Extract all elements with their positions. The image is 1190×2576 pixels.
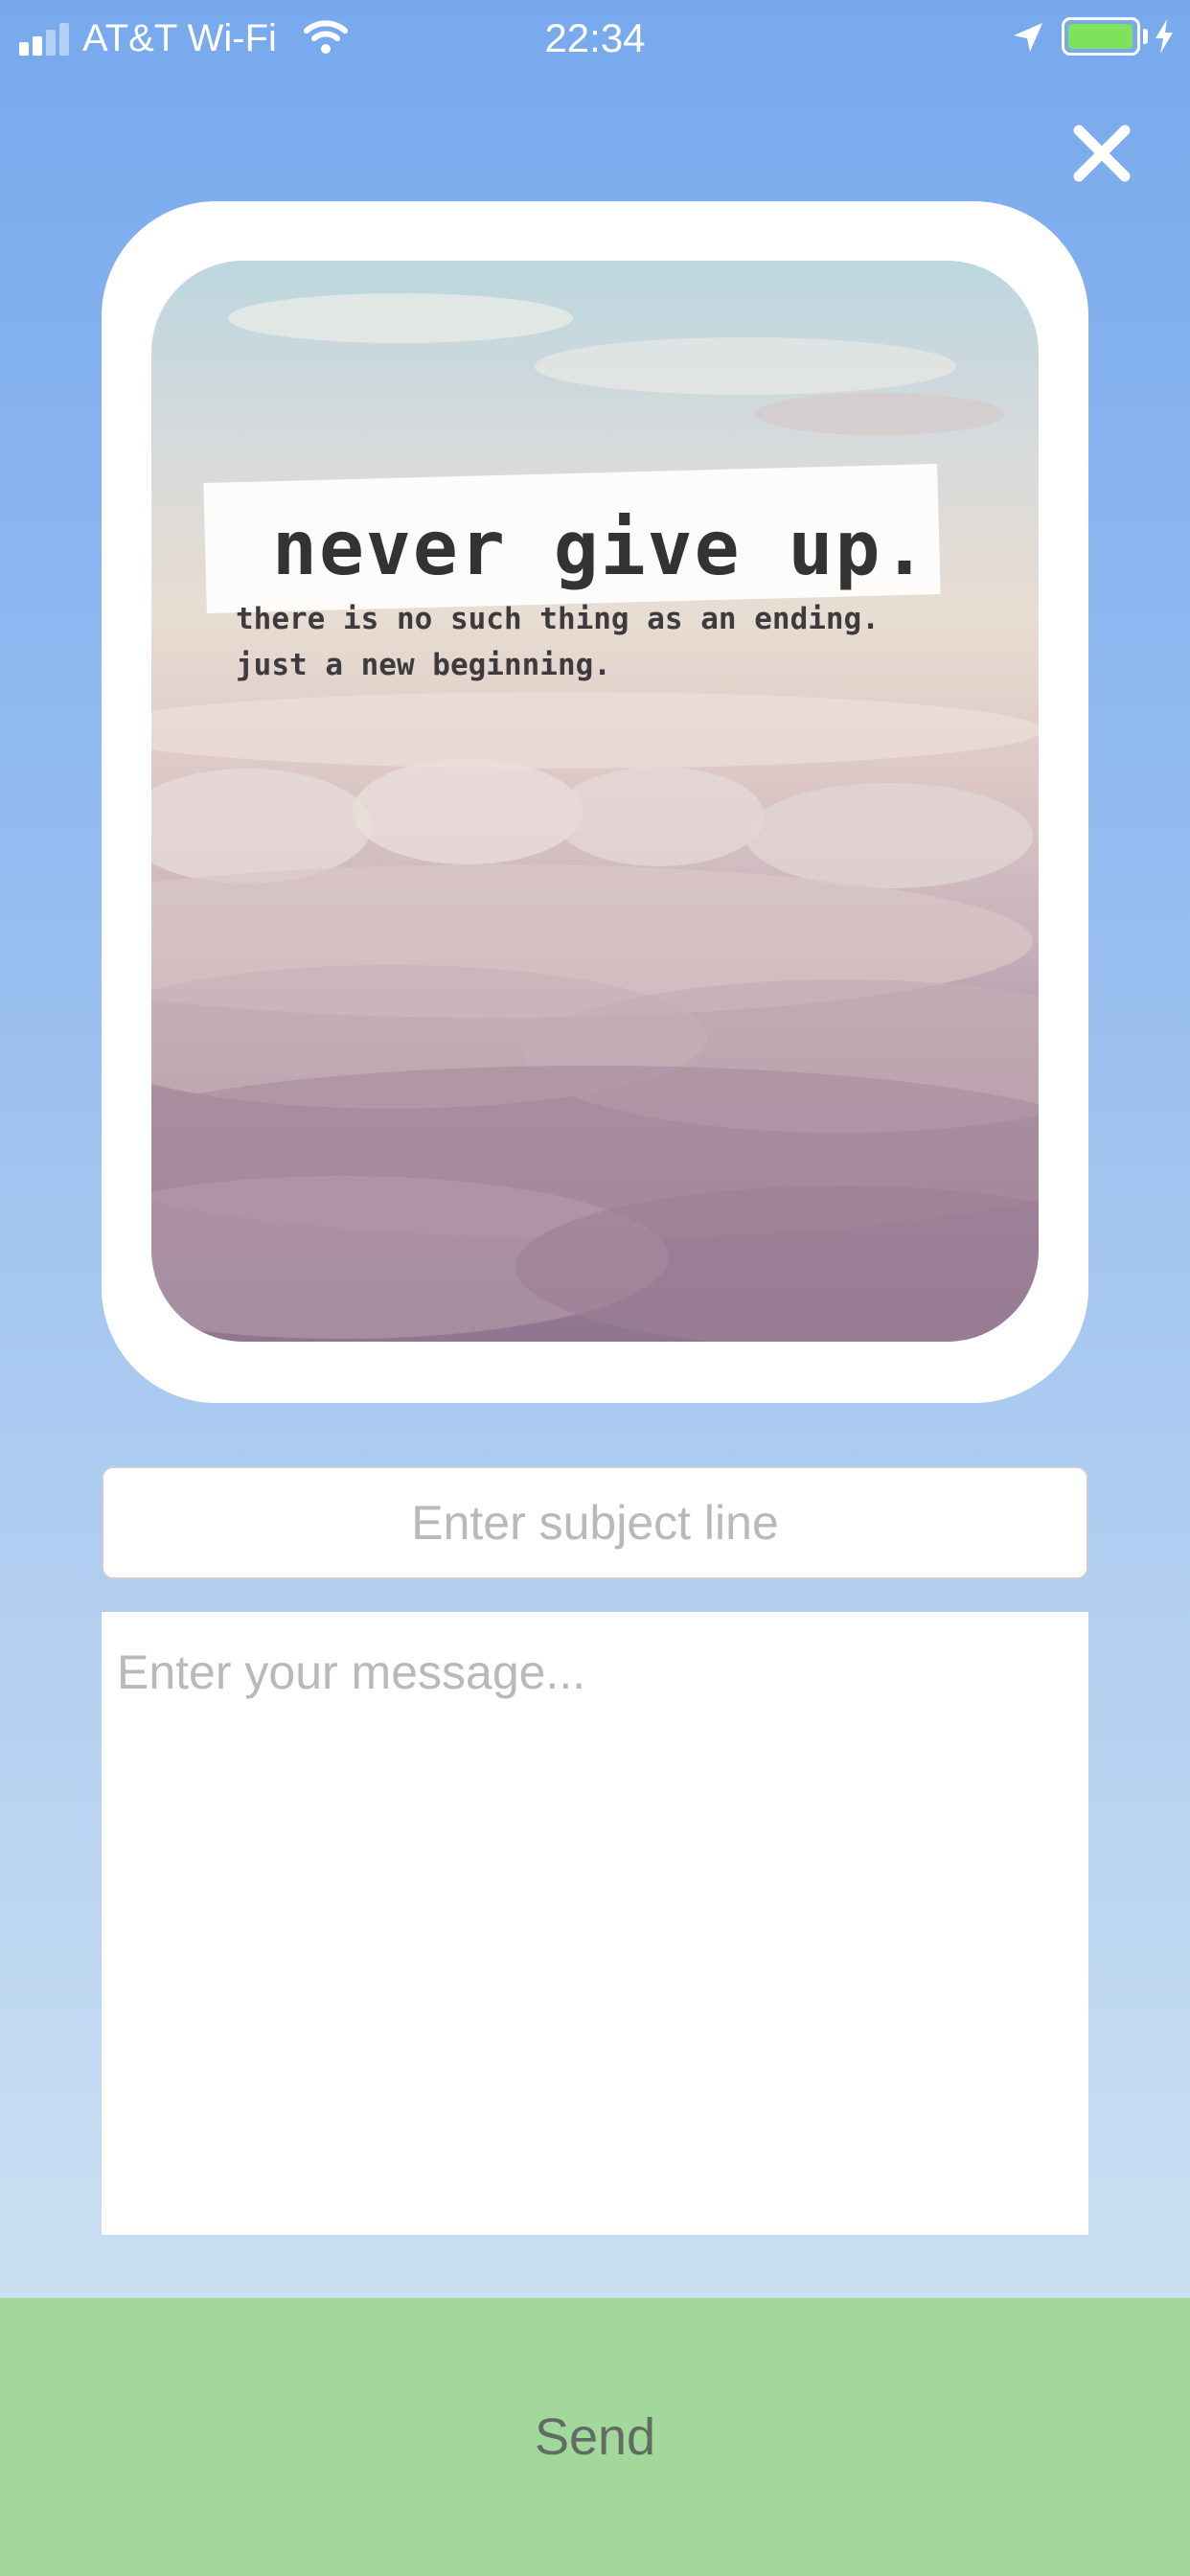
card-frame: never give up. there is no such thing as… — [102, 201, 1088, 1403]
charging-bolt-icon — [1156, 19, 1173, 54]
quote-title: never give up. — [272, 506, 929, 592]
close-icon — [1073, 125, 1131, 182]
sky-clouds-illustration — [151, 293, 1039, 1342]
subject-input[interactable] — [102, 1466, 1088, 1579]
battery-level — [1068, 24, 1133, 49]
card-image[interactable]: never give up. there is no such thing as… — [151, 261, 1039, 1342]
battery-nub — [1143, 29, 1148, 44]
status-bar: AT&T Wi-Fi 22:34 — [0, 0, 1190, 80]
message-input[interactable] — [102, 1612, 1088, 2235]
quote-line-1: there is no such thing as an ending. — [236, 602, 880, 636]
location-arrow-icon — [1014, 23, 1042, 52]
send-button[interactable]: Send — [0, 2298, 1190, 2576]
battery-icon — [1062, 17, 1140, 56]
quote-line-2: just a new beginning. — [236, 648, 611, 682]
close-button[interactable] — [1065, 117, 1138, 190]
